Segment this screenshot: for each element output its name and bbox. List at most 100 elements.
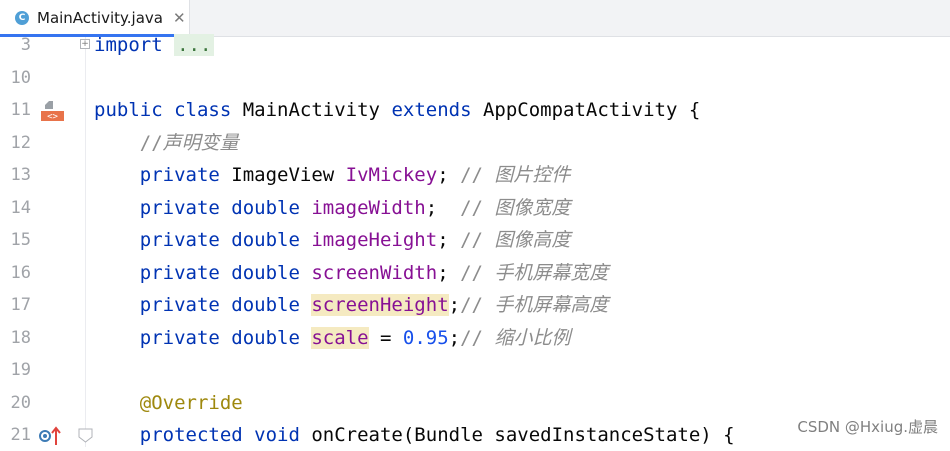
code-token: onCreate(Bundle savedInstanceState) { — [311, 424, 735, 446]
code-token: private double — [139, 294, 312, 316]
code-text[interactable]: //声明变量 — [94, 127, 239, 159]
tab-label: MainActivity.java — [37, 9, 163, 27]
code-token: // — [460, 262, 495, 284]
code-line[interactable]: 16 private double screenWidth; // 手机屏幕宽度 — [0, 257, 950, 289]
code-text[interactable]: private double imageWidth; // 图像宽度 — [94, 192, 571, 224]
code-token: import — [94, 34, 163, 56]
close-icon[interactable]: ✕ — [173, 9, 186, 27]
line-number[interactable]: 3 — [0, 29, 31, 61]
code-token: ; — [437, 262, 461, 284]
code-token: 手机屏幕高度 — [494, 294, 609, 316]
code-token: ; — [437, 164, 461, 186]
code-token: imageHeight — [311, 229, 438, 251]
code-line[interactable]: 14 private double imageWidth; // 图像宽度 — [0, 192, 950, 224]
code-text[interactable]: public class MainActivity extends AppCom… — [94, 94, 700, 126]
code-line[interactable]: 3 import ... + — [0, 29, 950, 61]
line-number[interactable]: 12 — [0, 127, 31, 159]
code-text[interactable]: private double screenWidth; // 手机屏幕宽度 — [94, 257, 609, 289]
code-token: ; — [448, 327, 461, 349]
code-token: 缩小比例 — [494, 327, 571, 349]
line-number[interactable]: 21 — [0, 419, 31, 451]
line-number[interactable]: 14 — [0, 192, 31, 224]
code-text[interactable]: private double scale = 0.95;// 缩小比例 — [94, 322, 570, 354]
code-token: // — [460, 327, 495, 349]
code-line[interactable]: 20 @Override — [0, 387, 950, 419]
implemented-activity-icon[interactable]: <> — [39, 100, 67, 122]
code-line[interactable]: 12 //声明变量 — [0, 127, 950, 159]
code-token: private — [139, 164, 232, 186]
code-token: // — [460, 164, 495, 186]
code-token: AppCompatActivity { — [482, 99, 701, 121]
code-token: public class — [94, 99, 243, 121]
code-token: scale — [311, 327, 369, 349]
code-token: 0.95 — [402, 327, 449, 349]
line-number[interactable]: 10 — [0, 62, 31, 94]
code-line[interactable]: 17 private double screenHeight;// 手机屏幕高度 — [0, 289, 950, 321]
code-text[interactable]: protected void onCreate(Bundle savedInst… — [94, 419, 735, 451]
code-editor[interactable]: 3 import ... +10 11 public class MainActivit… — [0, 34, 950, 447]
code-line[interactable]: 13 private ImageView IvMickey; // 图片控件 — [0, 159, 950, 191]
code-token: private double — [139, 197, 312, 219]
code-token: private double — [139, 262, 312, 284]
line-number[interactable]: 18 — [0, 322, 31, 354]
code-text[interactable]: private double imageHeight; // 图像高度 — [94, 224, 571, 256]
code-token: screenWidth — [311, 262, 438, 284]
code-token: 图片控件 — [494, 164, 571, 186]
code-token: extends — [391, 99, 483, 121]
code-token: 图像高度 — [494, 229, 571, 251]
line-number[interactable]: 13 — [0, 159, 31, 191]
code-token: ; — [448, 294, 461, 316]
code-token: ; — [437, 229, 461, 251]
code-line[interactable]: 18 private double scale = 0.95;// 缩小比例 — [0, 322, 950, 354]
code-token: = — [368, 327, 403, 349]
expand-fold-icon[interactable]: + — [80, 39, 90, 49]
code-token: ; — [425, 197, 461, 219]
line-number[interactable]: 17 — [0, 289, 31, 321]
code-token: ImageView — [231, 164, 346, 186]
override-method-icon[interactable] — [38, 425, 64, 447]
folded-imports[interactable]: ... — [174, 34, 215, 56]
code-token: // — [460, 294, 495, 316]
code-token: protected void — [139, 424, 312, 446]
code-token: IvMickey — [345, 164, 438, 186]
code-line[interactable]: 10 — [0, 62, 950, 94]
fold-method-icon[interactable] — [78, 428, 93, 443]
code-text[interactable]: private ImageView IvMickey; // 图片控件 — [94, 159, 571, 191]
code-token: 图像宽度 — [494, 197, 571, 219]
svg-text:<>: <> — [47, 112, 58, 122]
code-token: @Override — [139, 392, 243, 414]
code-token: // — [460, 197, 495, 219]
code-line[interactable]: 19 — [0, 354, 950, 386]
line-number[interactable]: 11 — [0, 94, 31, 126]
line-number[interactable]: 19 — [0, 354, 31, 386]
line-number[interactable]: 15 — [0, 224, 31, 256]
code-token: private double — [139, 229, 312, 251]
line-number[interactable]: 20 — [0, 387, 31, 419]
code-text[interactable]: import ... — [94, 29, 215, 61]
code-token: imageWidth — [311, 197, 426, 219]
line-number[interactable]: 16 — [0, 257, 31, 289]
code-text[interactable]: @Override — [94, 387, 243, 419]
code-token: MainActivity — [242, 99, 392, 121]
code-token: 手机屏幕宽度 — [494, 262, 609, 284]
code-token: private double — [139, 327, 312, 349]
code-token: // — [460, 229, 495, 251]
code-line[interactable]: 11 public class MainActivity extends AppC… — [0, 94, 950, 126]
code-line[interactable]: 15 private double imageHeight; // 图像高度 — [0, 224, 950, 256]
code-token: screenHeight — [311, 294, 449, 316]
watermark: CSDN @Hxiug.虚晨 — [797, 418, 938, 436]
java-class-icon: C — [15, 11, 29, 25]
code-token: 声明变量 — [162, 132, 239, 154]
code-token: // — [139, 132, 163, 154]
code-text[interactable]: private double screenHeight;// 手机屏幕高度 — [94, 289, 608, 321]
